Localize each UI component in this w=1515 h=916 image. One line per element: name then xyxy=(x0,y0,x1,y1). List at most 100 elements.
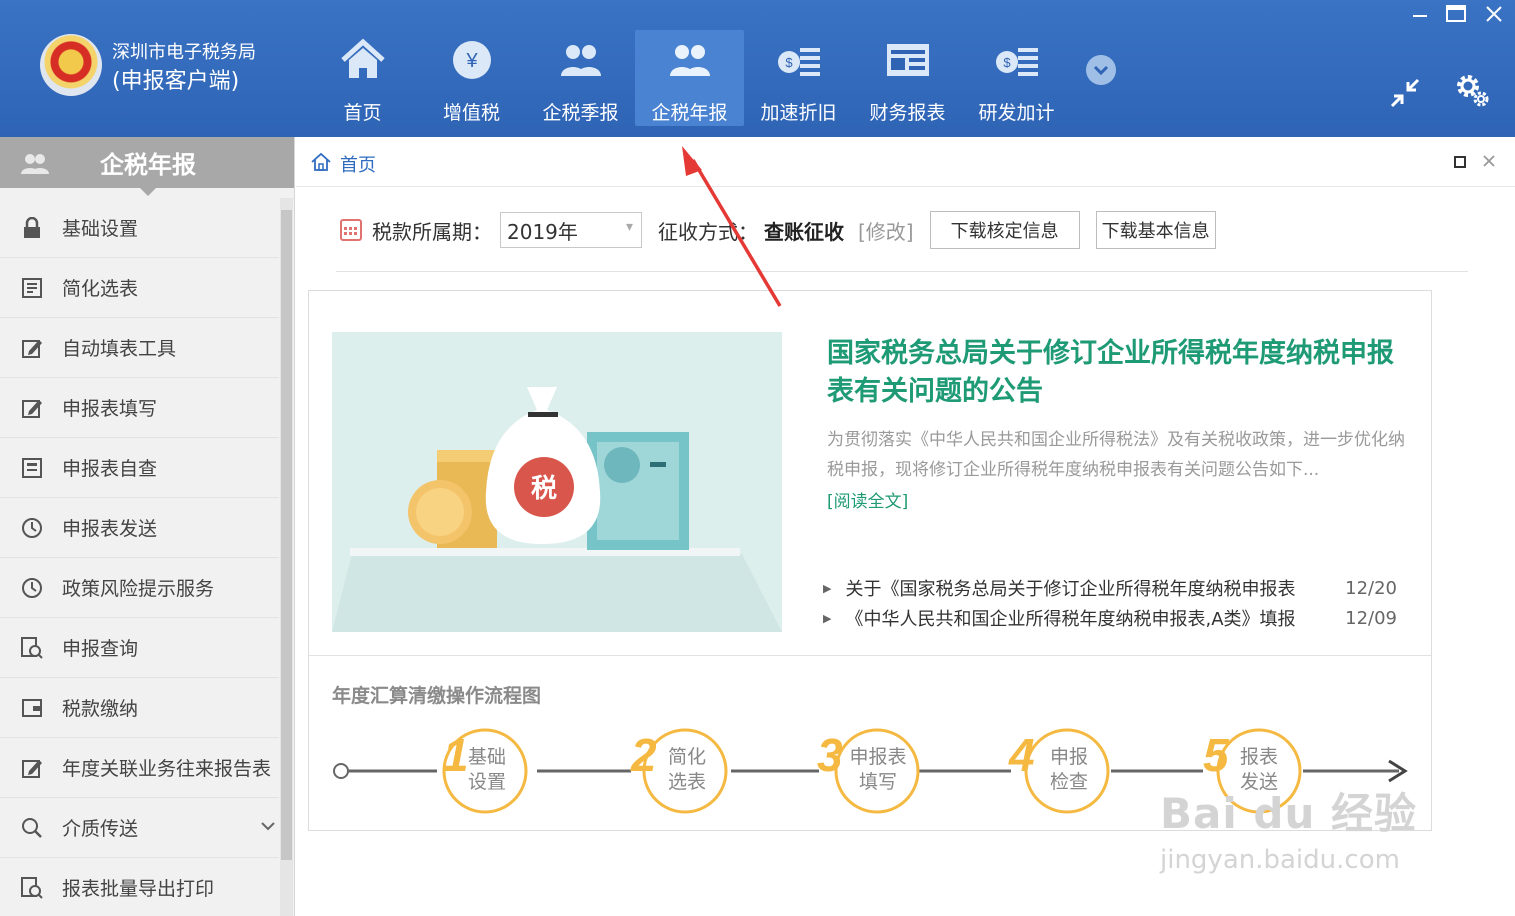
sidebar-item-payment[interactable]: 税款缴纳 xyxy=(0,678,279,738)
sidebar-item-query[interactable]: 申报查询 xyxy=(0,618,279,678)
read-more-link[interactable]: [阅读全文] xyxy=(827,487,908,512)
news-item-date: 12/20 xyxy=(1345,577,1397,599)
breadcrumb-home[interactable]: 首页 xyxy=(340,151,376,177)
yuan-coin-icon: ¥ xyxy=(448,36,496,84)
search-document-icon xyxy=(20,876,44,900)
maximize-button[interactable] xyxy=(1442,4,1470,30)
sidebar-item-label: 年度关联业务往来报告表 xyxy=(62,758,272,780)
nav-financial[interactable]: 财务报表 xyxy=(853,30,962,126)
watermark-line1: Bai du 经验 xyxy=(1160,789,1417,838)
list-item[interactable]: ▶ 《中华人民共和国企业所得税年度纳税申报表,A类》填报 12/09 xyxy=(823,603,1403,633)
sidebar-item-label: 报表批量导出打印 xyxy=(62,878,215,900)
edit-icon xyxy=(20,396,44,420)
close-button[interactable] xyxy=(1480,4,1508,30)
sidebar-item-self-check[interactable]: 申报表自查 xyxy=(0,438,279,498)
sidebar-item-label: 政策风险提示服务 xyxy=(62,578,215,600)
close-panel-button[interactable] xyxy=(1482,153,1496,172)
news-item-date: 12/09 xyxy=(1345,607,1397,629)
chevron-down-icon[interactable] xyxy=(261,816,275,835)
edit-method-link[interactable]: [修改] xyxy=(858,216,914,245)
sidebar-item-related-report[interactable]: 年度关联业务往来报告表 xyxy=(0,738,279,798)
edit-icon xyxy=(20,336,44,360)
list-item[interactable]: ▶ 关于《国家税务总局关于修订企业所得税年度纳税申报表 12/20 xyxy=(823,573,1403,603)
year-value: 2019年 xyxy=(507,219,578,244)
sidebar-item-auto-fill[interactable]: 自动填表工具 xyxy=(0,318,279,378)
sidebar-item-label: 自动填表工具 xyxy=(62,338,177,360)
breadcrumb-bar: 首页 xyxy=(296,137,1515,187)
step-label-line2: 检查 xyxy=(1050,771,1088,793)
settings-button[interactable] xyxy=(1452,70,1492,110)
nav-label: 企税年报 xyxy=(651,102,728,124)
nav-annual[interactable]: 企税年报 xyxy=(635,30,744,126)
baidu-jingyan-watermark: Bai du 经验 jingyan.baidu.com xyxy=(1160,780,1417,875)
square-icon xyxy=(1454,156,1466,168)
minimize-button[interactable] xyxy=(1406,4,1434,30)
caret-down-icon: ▾ xyxy=(625,219,633,235)
nav-vat[interactable]: ¥ 增值税 xyxy=(417,30,526,126)
nav-label: 财务报表 xyxy=(869,102,946,124)
news-item-text: 关于《国家税务总局关于修订企业所得税年度纳税申报表 xyxy=(845,579,1296,600)
edit-icon xyxy=(20,756,44,780)
form-check-icon xyxy=(20,456,44,480)
news-title[interactable]: 国家税务总局关于修订企业所得税年度纳税申报表有关问题的公告 xyxy=(827,335,1407,411)
sidebar-item-label: 简化选表 xyxy=(62,278,139,300)
sidebar-item-batch-export[interactable]: 报表批量导出打印 xyxy=(0,858,279,916)
download-basic-button[interactable]: 下载基本信息 xyxy=(1095,211,1216,249)
sidebar-item-label: 介质传送 xyxy=(62,818,139,840)
tax-character: 税 xyxy=(531,474,557,504)
step-number: 4 xyxy=(1008,729,1035,781)
maximize-icon xyxy=(1446,5,1466,22)
download-verify-button[interactable]: 下载核定信息 xyxy=(929,211,1080,249)
sidebar-item-label: 申报表自查 xyxy=(62,458,158,480)
triangle-right-icon: ▶ xyxy=(823,581,832,595)
restore-panel-button[interactable] xyxy=(1454,153,1466,172)
brand-line1: 深圳市电子税务局 xyxy=(112,42,256,63)
nav-label: 首页 xyxy=(343,102,382,124)
document-list-icon xyxy=(20,276,44,300)
flow-step-1[interactable]: 1 基础 设置 xyxy=(437,723,537,819)
nav-depreciation[interactable]: $ 加速折旧 xyxy=(744,30,853,126)
shrink-window-button[interactable] xyxy=(1388,76,1422,110)
sidebar: 企税年报 基础设置 简化选表 自动填表工具 申报表填写 申报表自查 申报表发送 xyxy=(0,137,295,916)
shrink-arrows-icon xyxy=(1390,78,1420,108)
news-item-text: 《中华人民共和国企业所得税年度纳税申报表,A类》填报 xyxy=(845,609,1296,630)
step-label-line1: 申报表 xyxy=(849,746,906,768)
title-bar: 深圳市电子税务局 (申报客户端) 首页 ¥ 增值税 企税季报 企税年报 $ 加速… xyxy=(0,0,1515,137)
sidebar-item-send[interactable]: 申报表发送 xyxy=(0,498,279,558)
sidebar-scrollbar[interactable] xyxy=(280,198,293,916)
report-board-icon xyxy=(884,36,932,84)
svg-text:$: $ xyxy=(1003,55,1011,70)
step-label-line2: 设置 xyxy=(468,771,506,793)
step-number: 3 xyxy=(817,729,843,781)
brand-title: 深圳市电子税务局 (申报客户端) xyxy=(112,40,256,98)
news-banner-image[interactable]: 税 xyxy=(332,332,782,632)
people-icon xyxy=(666,36,714,84)
nav-label: 增值税 xyxy=(442,102,500,124)
sidebar-header: 企税年报 xyxy=(0,137,294,196)
sidebar-item-media-transfer[interactable]: 介质传送 xyxy=(0,798,279,858)
flow-step-3[interactable]: 3 申报表 填写 xyxy=(817,723,920,819)
sidebar-item-basic-settings[interactable]: 基础设置 xyxy=(0,198,279,258)
sidebar-item-policy-risk[interactable]: 政策风险提示服务 xyxy=(0,558,279,618)
step-label-line1: 基础 xyxy=(468,746,506,768)
flow-step-2[interactable]: 2 简化 选表 xyxy=(630,723,731,819)
nav-rnd[interactable]: $ 研发加计 xyxy=(962,30,1071,126)
divider xyxy=(336,271,1468,272)
nav-more-button[interactable] xyxy=(1086,55,1116,85)
sidebar-item-simplified-select[interactable]: 简化选表 xyxy=(0,258,279,318)
sidebar-menu: 基础设置 简化选表 自动填表工具 申报表填写 申报表自查 申报表发送 政策风险提… xyxy=(0,198,279,916)
people-icon xyxy=(557,36,605,84)
flow-step-4[interactable]: 4 申报 检查 xyxy=(1008,723,1111,819)
sidebar-title: 企税年报 xyxy=(100,151,196,179)
nav-quarterly[interactable]: 企税季报 xyxy=(526,30,635,126)
gear-icon xyxy=(1457,75,1489,107)
nav-home[interactable]: 首页 xyxy=(308,30,417,126)
breadcrumb[interactable]: 首页 xyxy=(310,151,376,177)
tax-emblem-logo xyxy=(40,34,102,96)
people-icon xyxy=(20,152,50,182)
sidebar-item-form-fill[interactable]: 申报表填写 xyxy=(0,378,279,438)
scroll-thumb[interactable] xyxy=(281,210,292,860)
content-card: 税 国家税务总局关于修订企业所得税年度纳税申报表有关问题的公告 为贯彻落实《中华… xyxy=(308,290,1432,831)
filter-row: 税款所属期： 2019年 ▾ 征收方式： 查账征收 [修改] 下载核定信息 下载… xyxy=(340,211,1216,249)
year-select[interactable]: 2019年 ▾ xyxy=(500,212,642,248)
